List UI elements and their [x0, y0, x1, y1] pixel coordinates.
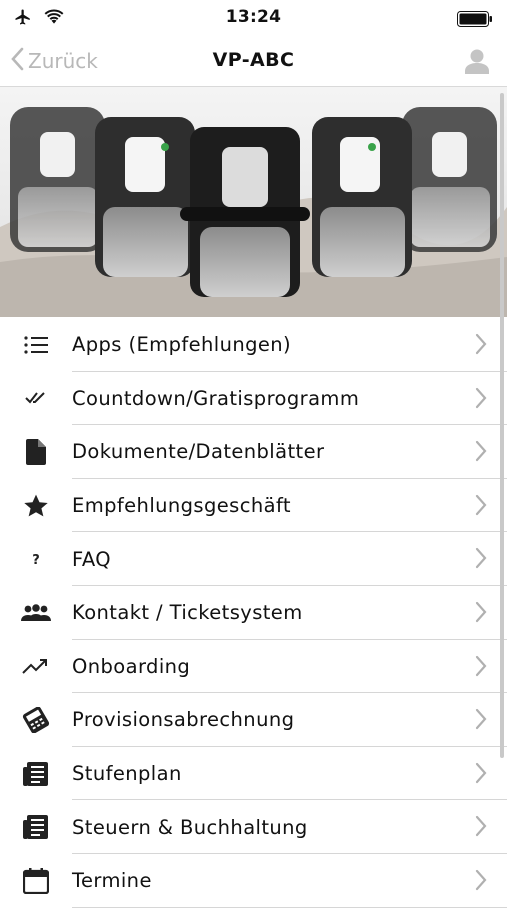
- group-icon: [0, 603, 72, 622]
- status-bar: 13:24: [0, 0, 507, 36]
- menu-item[interactable]: Provisionsabrechnung: [0, 693, 507, 747]
- chevron-right-icon: [475, 601, 487, 627]
- document-icon: [0, 438, 72, 465]
- chevron-right-icon: [475, 815, 487, 841]
- chevron-right-icon: [475, 869, 487, 895]
- navigation-bar: Zurück VP-ABC: [0, 36, 507, 87]
- calendar-icon: [0, 867, 72, 894]
- chevron-right-icon: [475, 655, 487, 681]
- menu-item[interactable]: Kontakt / Ticketsystem: [0, 586, 507, 640]
- menu-item-label: Dokumente/Datenblätter: [72, 440, 325, 464]
- menu-item[interactable]: Termine: [0, 854, 507, 908]
- chevron-right-icon: [475, 547, 487, 573]
- chevron-right-icon: [475, 333, 487, 359]
- chevron-right-icon: [475, 762, 487, 788]
- menu-item-label: FAQ: [72, 547, 111, 571]
- newspaper-icon: [0, 761, 72, 787]
- chevron-right-icon: [475, 708, 487, 734]
- menu-item-label: Apps (Empfehlungen): [72, 333, 292, 357]
- trending-up-icon: [0, 657, 72, 675]
- menu-item-label: Empfehlungsgeschäft: [72, 494, 291, 518]
- chevron-left-icon: [10, 47, 24, 76]
- menu-item-label: Countdown/Gratisprogramm: [72, 386, 360, 410]
- battery-icon: [457, 11, 493, 31]
- menu-item[interactable]: ? FAQ: [0, 532, 507, 586]
- menu-item[interactable]: Onboarding: [0, 640, 507, 694]
- menu-item-label: Kontakt / Ticketsystem: [72, 601, 303, 625]
- chevron-right-icon: [475, 440, 487, 466]
- menu-item[interactable]: Stufenplan: [0, 747, 507, 801]
- chevron-right-icon: [475, 494, 487, 520]
- hero-image: [0, 87, 507, 317]
- menu-item-label: Stufenplan: [72, 762, 182, 786]
- menu-item[interactable]: Steuern & Buchhaltung: [0, 800, 507, 854]
- star-icon: [0, 493, 72, 519]
- menu-item[interactable]: Empfehlungsgeschäft: [0, 479, 507, 533]
- back-button[interactable]: Zurück: [10, 46, 98, 76]
- menu-item-label: Steuern & Buchhaltung: [72, 815, 308, 839]
- newspaper-icon: [0, 814, 72, 840]
- menu-list: Apps (Empfehlungen) Countdown/Gratisprogr…: [0, 318, 507, 908]
- question-icon: ?: [0, 550, 72, 568]
- menu-item[interactable]: Countdown/Gratisprogramm: [0, 372, 507, 426]
- menu-item[interactable]: Apps (Empfehlungen): [0, 318, 507, 372]
- back-label: Zurück: [28, 49, 98, 73]
- card-terminal-icon: [0, 706, 72, 733]
- svg-text:?: ?: [32, 553, 40, 568]
- menu-item-label: Onboarding: [72, 654, 191, 678]
- menu-item[interactable]: Dokumente/Datenblätter: [0, 425, 507, 479]
- user-icon[interactable]: [465, 48, 489, 78]
- menu-item-label: Termine: [72, 869, 152, 893]
- double-check-icon: [0, 391, 72, 405]
- list-icon: [0, 334, 72, 356]
- chevron-right-icon: [475, 387, 487, 413]
- scrollbar[interactable]: [500, 93, 504, 758]
- divider: [72, 906, 507, 908]
- menu-item-label: Provisionsabrechnung: [72, 708, 295, 732]
- status-time: 13:24: [225, 7, 282, 27]
